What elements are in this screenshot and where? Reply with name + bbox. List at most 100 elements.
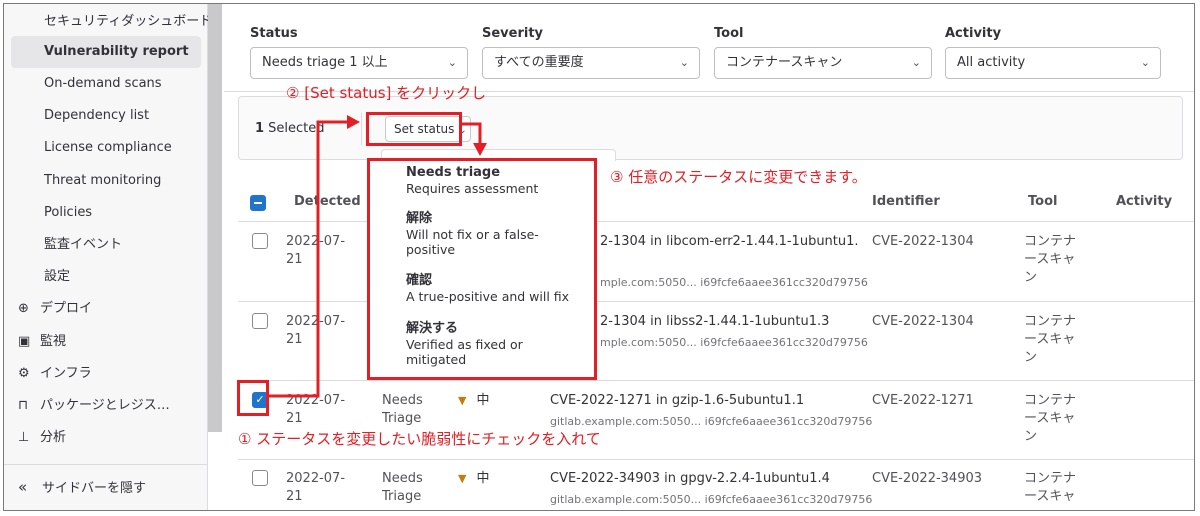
sidebar-item-on-demand-scans[interactable]: On-demand scans (4, 68, 208, 100)
status-option-resolve[interactable]: 解決する Verified as fixed or mitigated (406, 321, 586, 367)
severity-filter-select[interactable]: すべての重要度 ⌄ (482, 47, 700, 79)
sidebar-item-settings[interactable]: 設定 (4, 261, 208, 293)
detected-date: 2022-07- 21 (286, 233, 345, 269)
vulnerability-title[interactable]: 2-1304 in libcom-err2-1.44.1-1ubuntu1. (600, 233, 859, 251)
detected-date-line: 2022-07- (286, 234, 346, 249)
vulnerability-location: mple.com:5050... i69fcfe6aaee361cc320d79… (600, 336, 868, 349)
tool-value-line: コンテナ (1024, 393, 1077, 408)
chevron-down-icon: ⌄ (679, 56, 689, 69)
sidebar-item-packages[interactable]: ⊓ パッケージとレジス… (4, 390, 208, 422)
detected-date-line: 21 (286, 489, 303, 504)
column-header-activity[interactable]: Activity (1116, 194, 1172, 209)
select-all-checkbox[interactable] (250, 195, 266, 211)
severity-medium-icon: ▼ (458, 394, 467, 407)
sidebar-item-label: License compliance (44, 140, 172, 155)
sidebar-item-label: Policies (44, 205, 93, 220)
detected-date: 2022-07- 21 (286, 470, 345, 506)
tool-value: コンテナ ースキャ (1024, 470, 1076, 506)
annotation-step-3: ③ 任意のステータスに変更できます。 (610, 168, 867, 186)
sidebar-item-dependency-list[interactable]: Dependency list (4, 100, 208, 132)
status-filter-label: Status (250, 26, 298, 41)
set-status-dropdown: Needs triage Requires assessment 解除 Will… (367, 158, 597, 380)
vulnerability-title[interactable]: CVE-2022-34903 in gpgv-2.2.4-1ubuntu1.4 (550, 470, 830, 488)
selected-count-suffix: Selected (264, 121, 325, 136)
column-header-identifier[interactable]: Identifier (872, 194, 940, 209)
sidebar-item-label: セキュリティダッシュボード (44, 14, 208, 29)
detected-date: 2022-07- 21 (286, 313, 345, 349)
sidebar-item-label: On-demand scans (44, 76, 162, 91)
status-filter-select[interactable]: Needs triage 1 以上 ⌄ (250, 47, 468, 79)
tool-value-line: ン (1024, 350, 1038, 365)
divider (361, 113, 362, 145)
sidebar-item-deploy[interactable]: ⊕ デプロイ (4, 293, 208, 325)
identifier-value[interactable]: CVE-2022-34903 (872, 470, 982, 488)
rocket-icon: ⊕ (18, 301, 29, 316)
cloud-gear-icon: ⚙ (18, 366, 30, 381)
chevron-down-icon: ⌄ (447, 56, 457, 69)
sidebar-item-threat-monitoring[interactable]: Threat monitoring (4, 165, 208, 197)
screenshot-frame: セキュリティダッシュボード Vulnerability report On-de… (3, 3, 1195, 511)
sidebar: セキュリティダッシュボード Vulnerability report On-de… (4, 4, 208, 510)
status-option-title: 解除 (406, 211, 433, 226)
tool-value: コンテナ ースキャン (1024, 233, 1076, 287)
severity-label: 中 (476, 471, 490, 486)
tool-value: コンテナ ースキャン (1024, 392, 1076, 446)
tool-value-line: ースキャ (1024, 489, 1076, 504)
sidebar-item-label: パッケージとレジス… (40, 398, 170, 413)
row-checkbox[interactable] (252, 233, 268, 249)
vulnerability-location: gitlab.example.com:5050... i69fcfe6aaee3… (550, 493, 873, 506)
sidebar-item-label: Threat monitoring (44, 173, 162, 188)
identifier-value[interactable]: CVE-2022-1271 (872, 392, 974, 410)
sidebar-item-label: 監査イベント (44, 237, 123, 252)
sidebar-item-label: インフラ (40, 366, 92, 381)
selected-count: 1 Selected (255, 121, 325, 136)
detected-date-line: 2022-07- (286, 314, 346, 329)
status-option-dismiss[interactable]: 解除 Will not fix or a false- positive (406, 211, 586, 257)
status-option-confirm[interactable]: 確認 A true-positive and will fix (406, 273, 586, 304)
sidebar-item-security-dashboard[interactable]: セキュリティダッシュボード (4, 6, 208, 38)
hide-sidebar-button[interactable]: « サイドバーを隠す (4, 464, 208, 510)
sidebar-item-policies[interactable]: Policies (4, 197, 208, 229)
tool-value-line: ースキャ (1024, 411, 1076, 426)
sidebar-item-vulnerability-report[interactable]: Vulnerability report (11, 36, 201, 68)
filter-bar: Status Needs triage 1 以上 ⌄ Severity すべての重… (224, 4, 1194, 92)
tool-value-line: ースキャ (1024, 252, 1076, 267)
vulnerability-title[interactable]: CVE-2022-1271 in gzip-1.6-5ubuntu1.1 (550, 392, 804, 410)
identifier-value[interactable]: CVE-2022-1304 (872, 313, 974, 331)
detected-date-line: 2022-07- (286, 471, 346, 486)
annotation-highlight-checkbox (237, 380, 269, 416)
activity-filter-label: Activity (945, 26, 1002, 41)
sidebar-item-audit-events[interactable]: 監査イベント (4, 229, 208, 261)
sidebar-scrollbar[interactable] (208, 4, 222, 432)
tool-filter-select[interactable]: コンテナースキャン ⌄ (714, 47, 932, 79)
tool-value-line: ン (1024, 270, 1038, 285)
row-checkbox[interactable] (252, 470, 268, 486)
severity-label: 中 (476, 393, 490, 408)
detected-date-line: 21 (286, 252, 303, 267)
column-header-detected[interactable]: Detected (294, 194, 361, 209)
annotation-step-1: ① ステータスを変更したい脆弱性にチェックを入れて (238, 430, 601, 448)
status-option-title: 確認 (406, 273, 433, 288)
sidebar-item-label: 分析 (40, 430, 67, 445)
sidebar-item-infrastructure[interactable]: ⚙ インフラ (4, 358, 208, 390)
row-checkbox[interactable] (252, 313, 268, 329)
tool-filter-value: コンテナースキャン (726, 55, 843, 70)
status-option-needs-triage[interactable]: Needs triage Requires assessment (406, 165, 586, 196)
detected-date-line: 21 (286, 332, 303, 347)
annotation-highlight-set-status (366, 112, 462, 146)
sidebar-item-monitor[interactable]: ▣ 監視 (4, 326, 208, 358)
tool-value-line: コンテナ (1024, 234, 1077, 249)
severity-medium-icon: ▼ (458, 472, 467, 485)
identifier-value[interactable]: CVE-2022-1304 (872, 233, 974, 251)
tool-filter-label: Tool (714, 26, 744, 41)
vulnerability-title[interactable]: 2-1304 in libss2-1.44.1-1ubuntu1.3 (600, 313, 829, 331)
sidebar-item-license-compliance[interactable]: License compliance (4, 132, 208, 164)
status-option-description: mitigated (406, 352, 467, 367)
severity-value: ▼ 中 (458, 392, 489, 410)
sidebar-item-analytics[interactable]: ⊥ 分析 (4, 422, 208, 454)
activity-filter-select[interactable]: All activity ⌄ (945, 47, 1161, 79)
detected-date-line: 21 (286, 411, 303, 426)
tool-value-line: コンテナ (1024, 314, 1077, 329)
vulnerability-location: mple.com:5050... i69fcfe6aaee361cc320d79… (600, 276, 868, 289)
column-header-tool[interactable]: Tool (1028, 194, 1057, 209)
